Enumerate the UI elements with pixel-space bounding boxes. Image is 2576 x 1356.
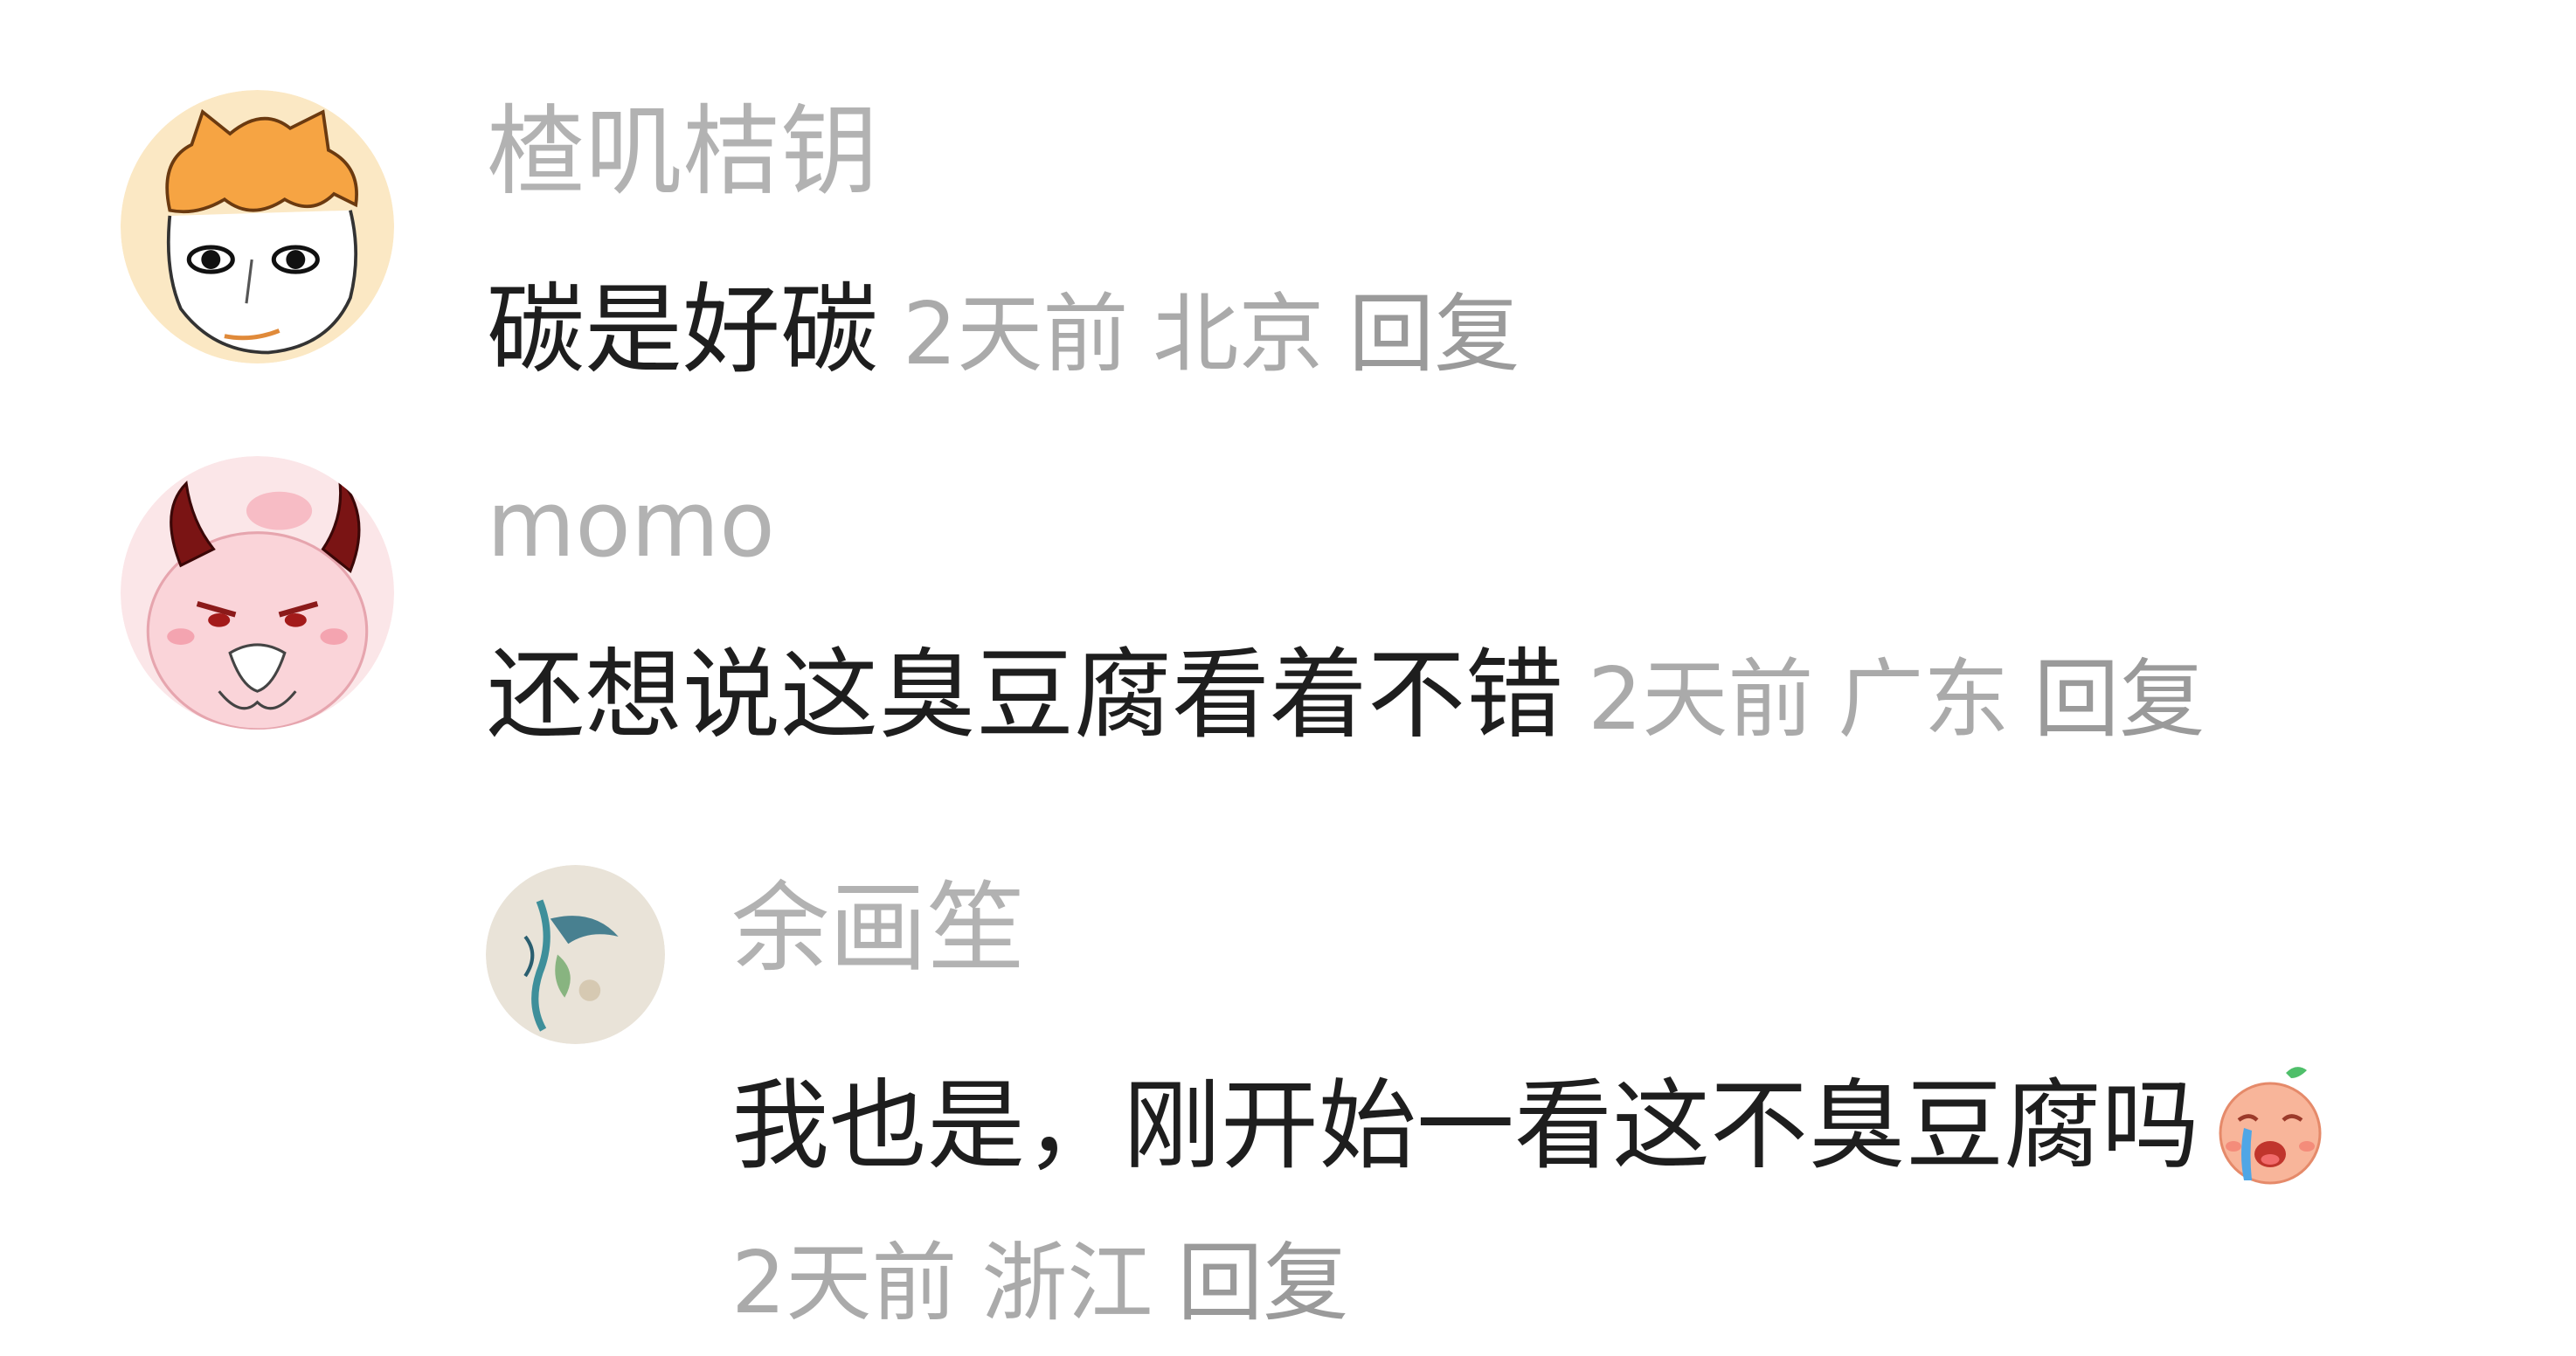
comment-location: 广东 [1838, 650, 2010, 750]
reply-button[interactable]: 回复 [1177, 1234, 1348, 1333]
username[interactable]: 楂叽桔钥 [487, 103, 878, 201]
reply-text-line: 我也是，刚开始一看这不臭豆腐吗 [731, 1060, 2336, 1191]
watercolor-sketch-avatar-icon [486, 865, 665, 1044]
comment-time: 2天前 [1588, 650, 1814, 750]
comment-line: 还想说这臭豆腐看着不错 2天前 广东 回复 [487, 647, 2205, 744]
username[interactable]: momo [487, 479, 775, 570]
reply-text: 我也是，刚开始一看这不臭豆腐吗 [731, 1069, 2199, 1183]
comment-time: 2天前 [903, 285, 1129, 384]
comment-location: 北京 [1153, 285, 1325, 384]
orange-hair-cartoon-face-avatar-icon [121, 90, 394, 363]
username[interactable]: 余画笙 [731, 880, 1025, 978]
reply-location: 浙江 [981, 1234, 1153, 1333]
pink-devil-horn-cartoon-avatar-icon [121, 456, 394, 730]
user-avatar[interactable] [121, 456, 394, 730]
comment-line: 碳是好碳 2天前 北京 回复 [487, 281, 1520, 379]
reply-button[interactable]: 回复 [2033, 650, 2205, 750]
reply-meta-line: 2天前 浙江 回复 [731, 1241, 1348, 1326]
reply-button[interactable]: 回复 [1348, 285, 1520, 384]
crying-face-emoji-icon [2205, 1060, 2336, 1191]
user-avatar[interactable] [121, 90, 394, 363]
user-avatar[interactable] [486, 865, 665, 1044]
comment-text: 还想说这臭豆腐看着不错 [487, 639, 1563, 752]
comment-text: 碳是好碳 [487, 273, 878, 387]
reply-time: 2天前 [731, 1234, 958, 1333]
